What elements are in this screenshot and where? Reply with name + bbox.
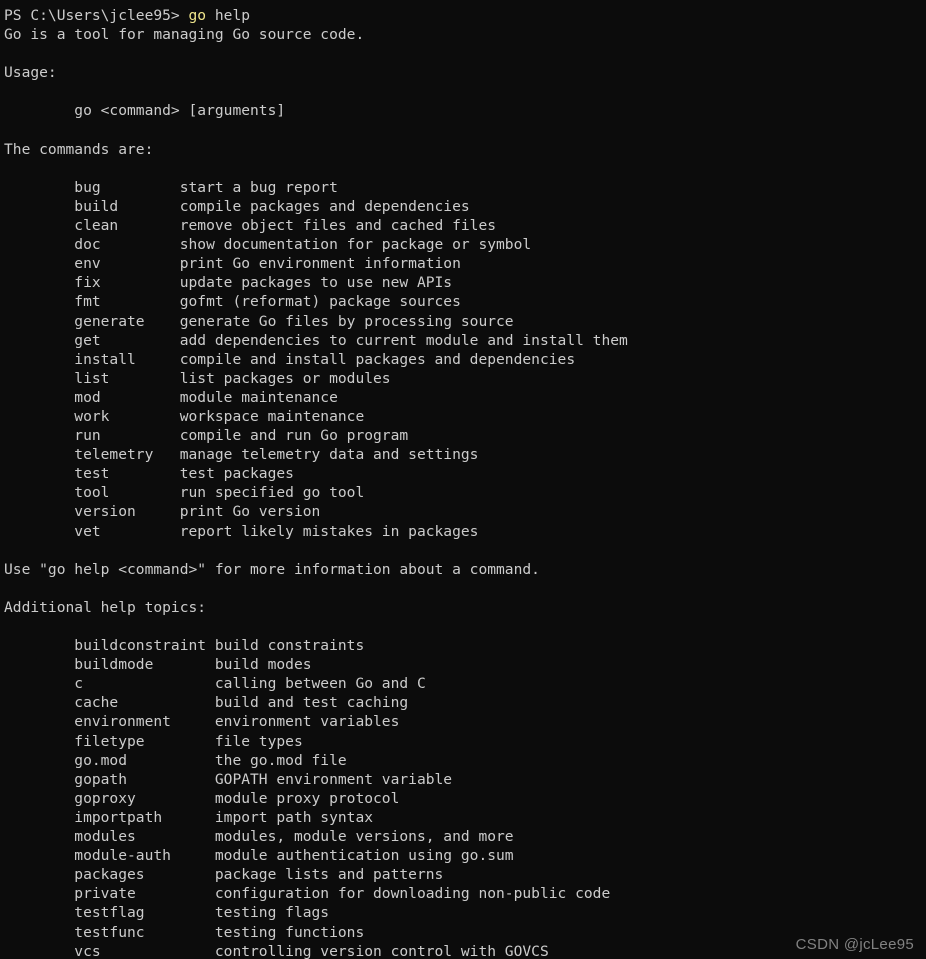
terminal-window[interactable]: PS C:\Users\jclee95> go help Go is a too… — [0, 0, 926, 959]
output-line: private configuration for downloading no… — [4, 885, 611, 903]
output-line: goproxy module proxy protocol — [4, 789, 400, 807]
output-line: run compile and run Go program — [4, 427, 409, 445]
output-blank-line — [4, 541, 926, 560]
output-blank-line — [4, 44, 926, 63]
output-line: filetype file types — [4, 732, 303, 750]
output-line: modules modules, module versions, and mo… — [4, 828, 514, 846]
output-line: go.mod the go.mod file — [4, 751, 347, 769]
output-line: env print Go environment information — [4, 255, 461, 273]
output-line: telemetry manage telemetry data and sett… — [4, 446, 479, 464]
output-line: Go is a tool for managing Go source code… — [4, 26, 365, 44]
output-blank-line — [4, 159, 926, 178]
output-blank-line — [4, 617, 926, 636]
output-line: fix update packages to use new APIs — [4, 274, 453, 292]
output-line: Use "go help <command>" for more informa… — [4, 560, 540, 578]
output-line: Usage: — [4, 64, 57, 82]
output-line: go <command> [arguments] — [4, 102, 286, 120]
output-line: build compile packages and dependencies — [4, 197, 470, 215]
output-line: c calling between Go and C — [4, 675, 426, 693]
output-line: cache build and test caching — [4, 694, 409, 712]
prompt-line: PS C:\Users\jclee95> go help — [4, 6, 926, 25]
output-line: gopath GOPATH environment variable — [4, 770, 453, 788]
csdn-watermark: CSDN @jcLee95 — [795, 936, 914, 953]
output-line: test test packages — [4, 465, 294, 483]
output-line: vet report likely mistakes in packages — [4, 522, 479, 540]
output-line: module-auth module authentication using … — [4, 847, 514, 865]
output-line: environment environment variables — [4, 713, 400, 731]
output-line: bug start a bug report — [4, 178, 338, 196]
output-line: tool run specified go tool — [4, 484, 365, 502]
output-line: fmt gofmt (reformat) package sources — [4, 293, 461, 311]
terminal-output: Go is a tool for managing Go source code… — [4, 25, 926, 959]
prompt-command: go — [188, 7, 207, 24]
output-line: mod module maintenance — [4, 388, 338, 406]
output-blank-line — [4, 579, 926, 598]
output-line: buildconstraint build constraints — [4, 637, 365, 655]
output-line: clean remove object files and cached fil… — [4, 217, 497, 235]
output-line: importpath import path syntax — [4, 808, 374, 826]
output-line: version print Go version — [4, 503, 321, 521]
output-line: get add dependencies to current module a… — [4, 331, 628, 349]
output-blank-line — [4, 121, 926, 140]
output-line: install compile and install packages and… — [4, 350, 576, 368]
output-blank-line — [4, 82, 926, 101]
output-line: doc show documentation for package or sy… — [4, 236, 532, 254]
output-line: work workspace maintenance — [4, 407, 365, 425]
prompt-prefix: PS C:\Users\jclee95> — [4, 7, 189, 24]
prompt-args: help — [206, 7, 251, 24]
output-line: generate generate Go files by processing… — [4, 312, 514, 330]
output-line: testflag testing flags — [4, 904, 330, 922]
output-line: vcs controlling version control with GOV… — [4, 942, 549, 959]
output-line: buildmode build modes — [4, 656, 312, 674]
output-line: testfunc testing functions — [4, 923, 365, 941]
output-line: Additional help topics: — [4, 598, 207, 616]
output-line: packages package lists and patterns — [4, 866, 444, 884]
output-line: The commands are: — [4, 140, 154, 158]
output-line: list list packages or modules — [4, 369, 391, 387]
